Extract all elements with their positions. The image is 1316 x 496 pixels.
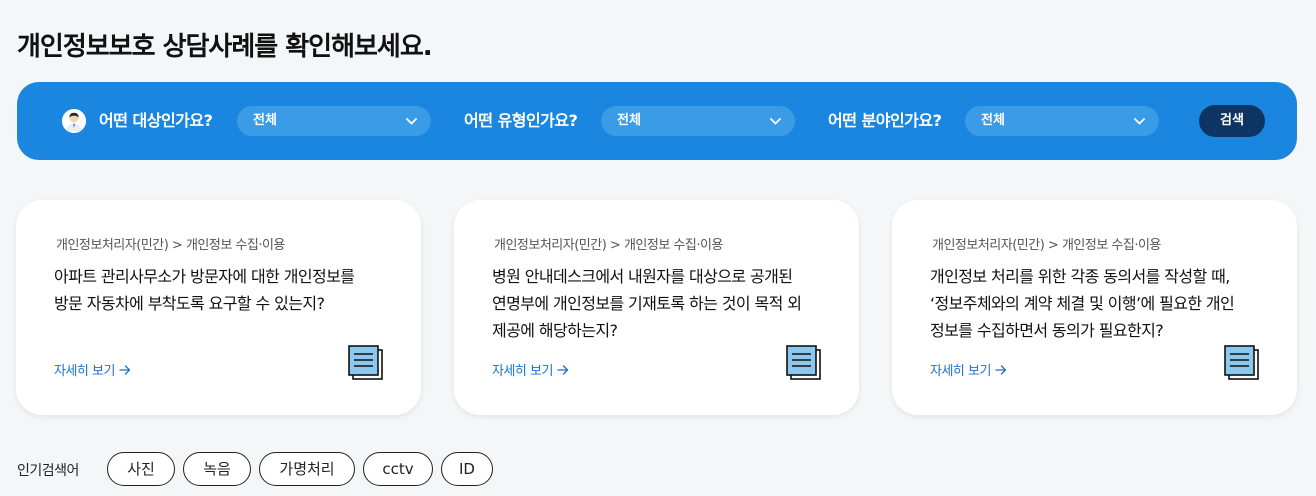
- case-card[interactable]: 개인정보처리자(민간) > 개인정보 수집·이용 아파트 관리사무소가 방문자에…: [16, 200, 421, 415]
- filter-label-type: 어떤 유형인가요?: [464, 111, 578, 130]
- avatar-icon: [62, 109, 86, 133]
- type-select-value: 전체: [617, 113, 641, 128]
- chevron-down-icon: [1134, 106, 1145, 136]
- popular-tag-recording[interactable]: 녹음: [183, 452, 251, 486]
- card-title[interactable]: 병원 안내데스크에서 내원자를 대상으로 공개된 연명부에 개인정보를 기재토록…: [492, 263, 810, 344]
- card-category: 개인정보처리자(민간) > 개인정보 수집·이용: [932, 238, 1161, 253]
- view-details-label: 자세히 보기: [54, 364, 115, 379]
- target-select[interactable]: 전체: [237, 106, 431, 136]
- popular-tag-pseudonymization[interactable]: 가명처리: [259, 452, 355, 486]
- popular-tag-cctv[interactable]: cctv: [363, 452, 433, 486]
- view-details-label: 자세히 보기: [492, 364, 553, 379]
- chevron-down-icon: [406, 106, 417, 136]
- view-details-link[interactable]: 자세히 보기: [930, 360, 1007, 379]
- search-button[interactable]: 검색: [1199, 105, 1265, 137]
- search-filter-bar: 어떤 대상인가요? 전체 어떤 유형인가요? 전체 어떤 분야인가요? 전체 검…: [17, 82, 1297, 160]
- card-title[interactable]: 개인정보 처리를 위한 각종 동의서를 작성할 때, ‘정보주체와의 계약 체결…: [930, 263, 1248, 344]
- card-category: 개인정보처리자(민간) > 개인정보 수집·이용: [494, 238, 723, 253]
- popular-searches-label: 인기검색어: [17, 463, 79, 479]
- card-category: 개인정보처리자(민간) > 개인정보 수집·이용: [56, 238, 285, 253]
- field-select-value: 전체: [981, 113, 1005, 128]
- chevron-down-icon: [770, 106, 781, 136]
- view-details-label: 자세히 보기: [930, 364, 991, 379]
- target-select-value: 전체: [253, 113, 277, 128]
- view-details-link[interactable]: 자세히 보기: [492, 360, 569, 379]
- arrow-right-icon: [119, 364, 131, 375]
- filter-label-target: 어떤 대상인가요?: [99, 111, 213, 130]
- case-card[interactable]: 개인정보처리자(민간) > 개인정보 수집·이용 병원 안내데스크에서 내원자를…: [454, 200, 859, 415]
- arrow-right-icon: [995, 364, 1007, 375]
- view-details-link[interactable]: 자세히 보기: [54, 360, 131, 379]
- document-icon: [1223, 344, 1261, 386]
- field-select[interactable]: 전체: [965, 106, 1159, 136]
- arrow-right-icon: [557, 364, 569, 375]
- card-title[interactable]: 아파트 관리사무소가 방문자에 대한 개인정보를 방문 자동차에 부착도록 요구…: [54, 263, 372, 317]
- document-icon: [347, 344, 385, 386]
- page-title: 개인정보보호 상담사례를 확인해보세요.: [17, 32, 433, 62]
- filter-label-field: 어떤 분야인가요?: [828, 111, 942, 130]
- document-icon: [785, 344, 823, 386]
- case-card[interactable]: 개인정보처리자(민간) > 개인정보 수집·이용 개인정보 처리를 위한 각종 …: [892, 200, 1297, 415]
- popular-tag-id[interactable]: ID: [441, 452, 493, 486]
- type-select[interactable]: 전체: [601, 106, 795, 136]
- popular-tag-photo[interactable]: 사진: [107, 452, 175, 486]
